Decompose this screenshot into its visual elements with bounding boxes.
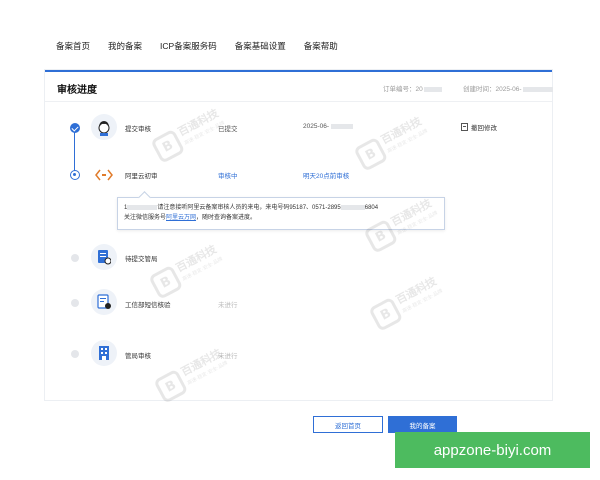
- site-banner: appzone-biyi.com: [395, 432, 590, 468]
- review-notice-tooltip: 1 请注意接听阿里云备案审核人员的来电，来电号码95187、0571-2895 68…: [117, 197, 445, 230]
- redacted-block: [522, 86, 553, 92]
- step-name: 阿里云初审: [125, 173, 158, 180]
- step-name: 待提交管局: [125, 256, 158, 263]
- redacted-block: [340, 204, 365, 210]
- sms-verify-icon: [91, 289, 117, 315]
- step-status: 审核中: [218, 173, 238, 180]
- step-current-icon: [70, 170, 80, 180]
- building-icon: [91, 340, 117, 366]
- nav-item-help[interactable]: 备案帮助: [304, 40, 338, 52]
- redacted-block: [127, 204, 158, 210]
- edit-doc-icon: [461, 123, 468, 131]
- code-icon: [91, 162, 117, 188]
- step-status: 未进行: [218, 302, 238, 309]
- step-pending-icon: [71, 254, 79, 262]
- my-filing-button[interactable]: 我的备案: [388, 416, 457, 433]
- nav-item-basic-settings[interactable]: 备案基础设置: [235, 40, 286, 52]
- page-title: 审核进度: [57, 85, 97, 96]
- step-status: 未进行: [218, 353, 238, 360]
- step-time: 明天20点前审核: [303, 173, 350, 180]
- top-nav: 备案首页 我的备案 ICP备案服务码 备案基础设置 备案帮助: [56, 40, 356, 52]
- order-number: 订单编号：20: [383, 83, 442, 93]
- notice-line-1: 1 请注意接听阿里云备案审核人员的来电，来电号码95187、0571-2895 68…: [124, 204, 379, 211]
- step-done-check-icon: [70, 123, 80, 133]
- notice-line-2: 关注微信服务号阿里云万网，随时查询备案进度。: [124, 215, 257, 221]
- step-status: 已提交: [218, 126, 238, 133]
- redacted-block: [331, 123, 354, 129]
- redacted-block: [423, 86, 442, 92]
- back-to-home-button[interactable]: 返回首页: [313, 416, 383, 433]
- created-time: 创建时间：2025-06-: [463, 83, 553, 93]
- avatar-icon: [91, 114, 117, 140]
- wechat-account-link[interactable]: 阿里云万网: [166, 215, 196, 221]
- step-time: 2025-06-: [303, 123, 354, 130]
- review-progress-card: 审核进度 订单编号：20 创建时间：2025-06- 提交审核 已提交 2025…: [45, 70, 553, 400]
- nav-item-home[interactable]: 备案首页: [56, 40, 90, 52]
- step-pending-icon: [71, 299, 79, 307]
- nav-item-my-filing[interactable]: 我的备案: [108, 40, 142, 52]
- withdraw-modify-button[interactable]: 撤回修改: [461, 122, 497, 132]
- card-header: 审核进度 订单编号：20 创建时间：2025-06-: [45, 72, 553, 102]
- step-name: 提交审核: [125, 126, 151, 133]
- step-pending-icon: [71, 350, 79, 358]
- timeline-connector: [74, 130, 75, 174]
- step-name: 管局审核: [125, 353, 151, 360]
- step-name: 工信部短信核验: [125, 302, 171, 309]
- nav-item-icp-service-code[interactable]: ICP备案服务码: [160, 40, 217, 52]
- document-upload-icon: [91, 244, 117, 270]
